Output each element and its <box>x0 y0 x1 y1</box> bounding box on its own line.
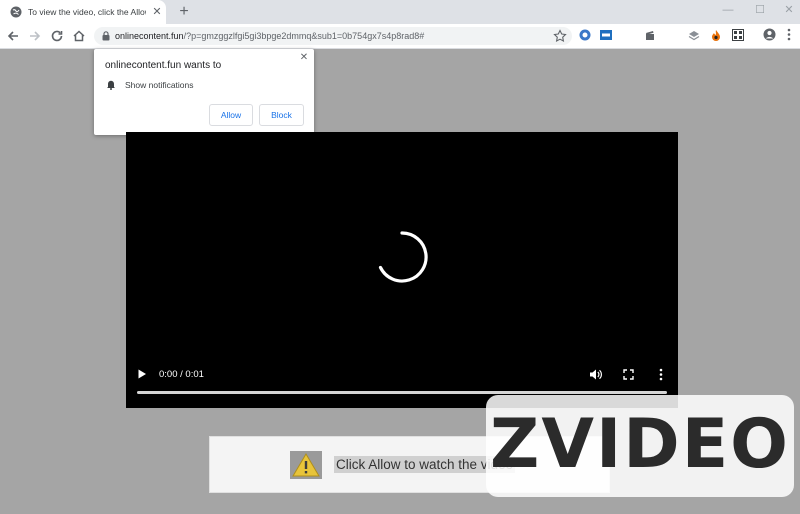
extension-pdf-icon[interactable] <box>600 29 612 41</box>
url-host: onlinecontent.fun <box>115 31 184 41</box>
watermark-text: ZVIDEO <box>490 405 790 484</box>
loading-spinner-icon <box>378 231 428 283</box>
forward-arrow-icon[interactable] <box>27 28 43 44</box>
warning-icon <box>290 451 322 479</box>
tab-strip: To view the video, click the Allow butto… <box>0 0 800 24</box>
dialog-close-icon[interactable]: ✕ <box>298 52 310 64</box>
bell-icon <box>107 80 115 90</box>
fullscreen-icon[interactable] <box>623 369 634 380</box>
extension-clapper-icon[interactable] <box>644 29 656 41</box>
home-icon[interactable] <box>71 28 87 44</box>
watermark-logo: ZVIDEO <box>486 395 794 497</box>
dialog-title: onlinecontent.fun wants to <box>105 60 222 71</box>
tab-active[interactable]: To view the video, click the Allow butto… <box>0 0 166 24</box>
block-button[interactable]: Block <box>259 104 304 126</box>
bookmark-star-icon[interactable] <box>553 29 567 43</box>
reload-icon[interactable] <box>49 28 65 44</box>
back-arrow-icon[interactable] <box>5 28 21 44</box>
video-player[interactable]: 0:00 / 0:01 <box>126 132 678 408</box>
close-window-button[interactable]: ✕ <box>781 2 797 18</box>
browser-toolbar: onlinecontent.fun/?p=gmzggzlfgi5gi3bpge2… <box>0 24 800 49</box>
lock-icon[interactable] <box>102 31 110 41</box>
play-icon[interactable] <box>137 369 147 379</box>
tab-close-icon[interactable]: ✕ <box>151 5 163 19</box>
tab-title: To view the video, click the Allow butto… <box>28 7 146 17</box>
extension-fire-icon[interactable] <box>710 29 722 41</box>
profile-avatar-icon[interactable] <box>763 28 776 41</box>
extension-globe-icon[interactable] <box>579 29 591 41</box>
browser-menu-icon[interactable] <box>786 28 792 41</box>
allow-button[interactable]: Allow <box>209 104 253 126</box>
extension-qr-icon[interactable] <box>732 29 744 41</box>
notification-permission-dialog: onlinecontent.fun wants to ✕ Show notifi… <box>94 49 314 135</box>
url-path: /?p=gmzggzlfgi5gi3bpge2dmmq&sub1=0b754gx… <box>183 31 425 41</box>
video-progress-bar[interactable] <box>137 391 667 394</box>
address-bar[interactable]: onlinecontent.fun/?p=gmzggzlfgi5gi3bpge2… <box>94 27 572 45</box>
new-tab-button[interactable]: + <box>176 3 192 21</box>
video-time: 0:00 / 0:01 <box>159 369 204 380</box>
extension-layers-icon[interactable] <box>688 29 700 41</box>
globe-icon <box>10 6 22 18</box>
maximize-button[interactable]: ☐ <box>752 2 768 18</box>
volume-icon[interactable] <box>589 368 602 381</box>
video-more-options-icon[interactable] <box>656 368 666 381</box>
url-text[interactable]: onlinecontent.fun/?p=gmzggzlfgi5gi3bpge2… <box>115 30 424 42</box>
minimize-button[interactable]: — <box>720 2 736 18</box>
permission-label: Show notifications <box>125 80 194 90</box>
